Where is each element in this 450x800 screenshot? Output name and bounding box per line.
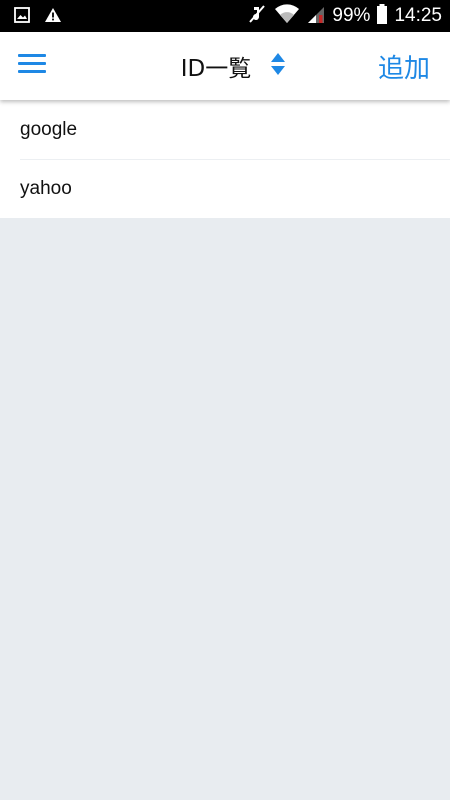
menu-icon[interactable] — [18, 54, 46, 78]
image-icon — [14, 7, 30, 27]
clock: 14:25 — [394, 5, 442, 26]
battery-icon — [376, 3, 388, 29]
status-bar-left — [14, 7, 62, 27]
add-button[interactable]: 追加 — [378, 32, 430, 100]
page-title: ID一覧 — [180, 56, 252, 82]
warning-icon — [44, 7, 62, 27]
status-bar: 99% 14:25 — [0, 0, 450, 32]
list-item[interactable]: yahoo — [0, 159, 450, 218]
list-item[interactable]: google — [0, 100, 450, 159]
battery-percent: 99% — [332, 5, 371, 26]
sort-icon — [269, 51, 287, 81]
status-bar-right: 99% 14:25 — [246, 4, 442, 28]
signal-icon — [306, 3, 326, 29]
id-list: google yahoo — [0, 100, 450, 218]
app-bar: ID一覧 追加 — [0, 32, 450, 100]
wifi-icon — [274, 3, 300, 29]
mute-icon — [246, 3, 268, 29]
title-sort-toggle[interactable]: ID一覧 — [163, 49, 288, 83]
